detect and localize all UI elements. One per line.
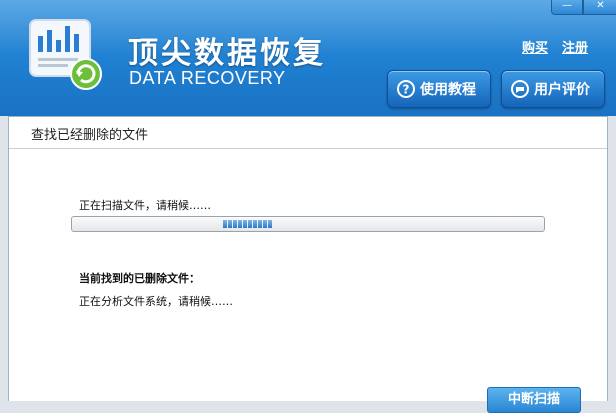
app-subtitle: DATA RECOVERY xyxy=(129,68,286,88)
found-files-label: 当前找到的已删除文件： xyxy=(79,272,200,285)
page-title: 查找已经删除的文件 xyxy=(31,128,149,143)
scan-status-text: 正在扫描文件，请稍候…… xyxy=(79,199,211,212)
minimize-button[interactable]: — xyxy=(551,0,583,15)
tutorial-button[interactable]: ? 使用教程 xyxy=(387,70,491,108)
chat-bubble-icon xyxy=(511,80,529,98)
progress-marquee xyxy=(223,220,272,228)
app-logo-icon xyxy=(29,19,102,90)
minimize-icon: — xyxy=(562,0,572,11)
close-button[interactable]: ✕ xyxy=(583,0,616,15)
question-icon: ? xyxy=(397,80,415,98)
tutorial-button-label: 使用教程 xyxy=(420,82,476,98)
stop-scan-button[interactable]: 中断扫描 xyxy=(487,387,581,413)
buy-link[interactable]: 购买 xyxy=(522,37,548,56)
main-panel xyxy=(8,116,608,401)
scan-progress-bar xyxy=(71,216,545,232)
register-link[interactable]: 注册 xyxy=(562,37,588,56)
reviews-button-label: 用户评价 xyxy=(534,82,590,98)
reviews-button[interactable]: 用户评价 xyxy=(501,70,605,108)
app-title: 顶尖数据恢复 xyxy=(128,36,326,71)
analyze-status-text: 正在分析文件系统，请稍候…… xyxy=(79,295,233,308)
svg-text:?: ? xyxy=(403,83,410,97)
title-divider xyxy=(9,148,607,149)
close-icon: ✕ xyxy=(596,0,605,11)
